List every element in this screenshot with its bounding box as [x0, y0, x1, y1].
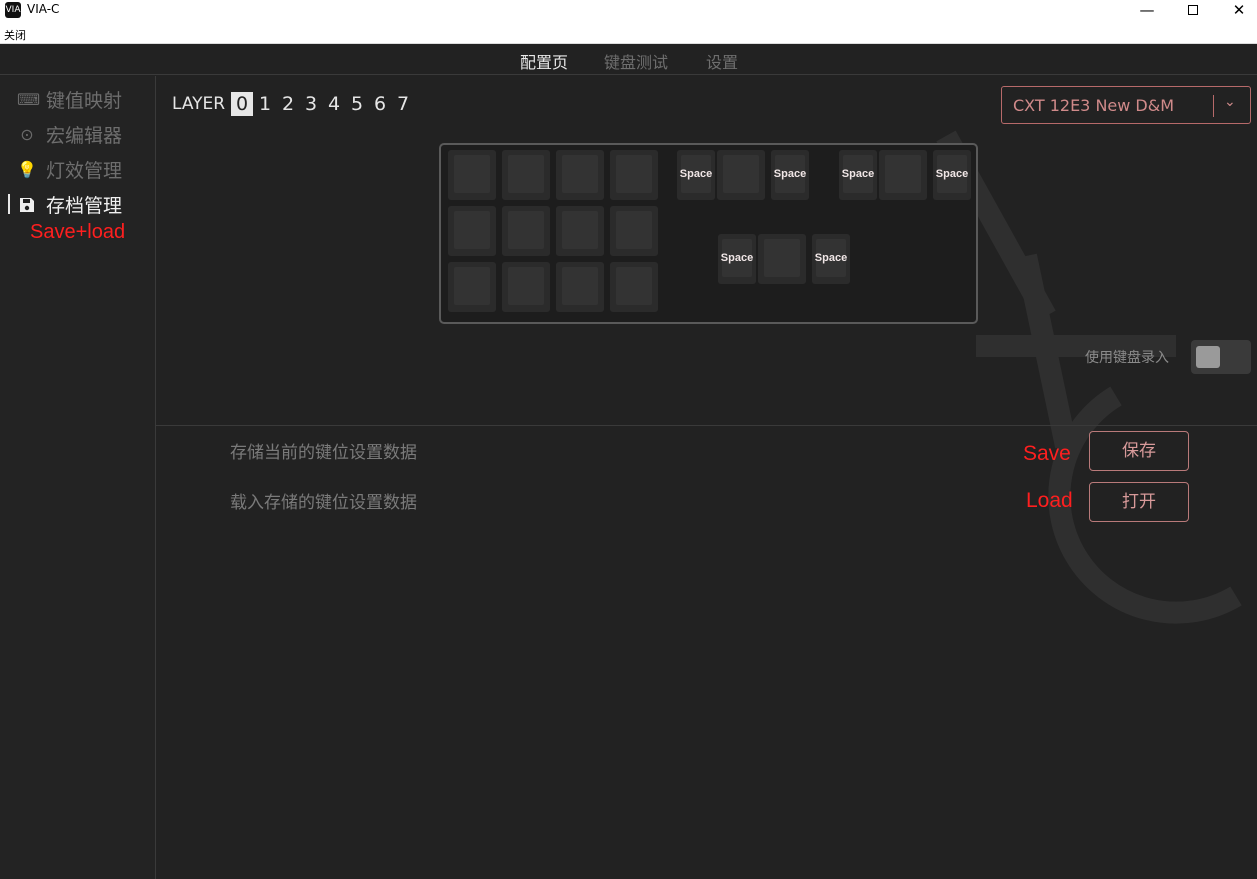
close-icon[interactable]: ✕ [1216, 0, 1257, 22]
key-space[interactable]: Space [933, 150, 971, 200]
key[interactable] [879, 150, 927, 200]
window-title: VIA-C [27, 2, 60, 16]
layer-label: LAYER [172, 94, 226, 114]
layer-4-button[interactable]: 4 [323, 92, 345, 116]
key[interactable] [610, 150, 658, 200]
keyboard-icon: ⌨ [17, 90, 41, 109]
save-description: 存储当前的键位设置数据 [230, 443, 417, 463]
sidebar-item-lighting[interactable]: 💡 灯效管理 [0, 154, 155, 184]
load-description: 载入存储的键位设置数据 [230, 493, 417, 513]
key-label: Space [814, 252, 848, 264]
top-tabs: 配置页 键盘测试 设置 [0, 45, 1257, 75]
layer-2-button[interactable]: 2 [277, 92, 299, 116]
title-bar: VIA VIA-C — ✕ [0, 0, 1257, 22]
key-label: Space [841, 168, 875, 180]
main-panel: LAYER 0 1 2 3 4 5 6 7 CXT 12E3 New D&M ⌄… [156, 76, 1257, 879]
layer-6-button[interactable]: 6 [369, 92, 391, 116]
layer-1-button[interactable]: 1 [254, 92, 276, 116]
toggle-knob [1196, 346, 1220, 368]
sidebar-item-archive[interactable]: 存档管理 [0, 189, 155, 219]
key-label: Space [773, 168, 807, 180]
sidebar-item-keymap[interactable]: ⌨ 键值映射 [0, 84, 155, 114]
key-label: Space [679, 168, 713, 180]
key[interactable] [717, 150, 765, 200]
menu-close[interactable]: 关闭 [4, 27, 26, 43]
load-annotation: Load [1026, 489, 1073, 512]
key-space[interactable]: Space [677, 150, 715, 200]
key[interactable] [556, 262, 604, 312]
chevron-down-icon: ⌄ [1224, 94, 1236, 110]
key[interactable] [758, 234, 806, 284]
sidebar-item-label: 存档管理 [46, 195, 123, 217]
keyboard-input-toggle[interactable] [1191, 340, 1251, 374]
sidebar-item-label: 键值映射 [46, 90, 123, 112]
layer-5-button[interactable]: 5 [346, 92, 368, 116]
floppy-icon [17, 196, 37, 214]
key-label: Space [935, 168, 969, 180]
key-space[interactable]: Space [812, 234, 850, 284]
key[interactable] [448, 262, 496, 312]
key[interactable] [556, 206, 604, 256]
key[interactable] [502, 150, 550, 200]
save-button[interactable]: 保存 [1089, 431, 1189, 471]
layer-7-button[interactable]: 7 [392, 92, 414, 116]
key[interactable] [502, 262, 550, 312]
device-name: CXT 12E3 New D&M [1013, 96, 1175, 115]
select-divider [1213, 95, 1214, 117]
tab-config[interactable]: 配置页 [520, 49, 568, 73]
key[interactable] [448, 150, 496, 200]
sidebar-item-label: 宏编辑器 [46, 125, 123, 147]
sidebar: ⌨ 键值映射 ⊙ 宏编辑器 💡 灯效管理 存档管理 Save+load [0, 76, 156, 879]
open-button[interactable]: 打开 [1089, 482, 1189, 522]
key-space[interactable]: Space [718, 234, 756, 284]
tab-keyboard-test[interactable]: 键盘测试 [604, 49, 668, 73]
tab-settings[interactable]: 设置 [706, 49, 738, 73]
record-icon: ⊙ [20, 125, 34, 144]
sidebar-item-macro[interactable]: ⊙ 宏编辑器 [0, 119, 155, 149]
lightbulb-icon: 💡 [17, 160, 37, 179]
minimize-icon[interactable]: — [1124, 0, 1170, 22]
active-indicator [8, 194, 10, 214]
maximize-icon[interactable] [1170, 0, 1216, 22]
layer-3-button[interactable]: 3 [300, 92, 322, 116]
save-annotation: Save [1023, 442, 1071, 465]
key[interactable] [448, 206, 496, 256]
key-space[interactable]: Space [839, 150, 877, 200]
keyboard-input-label: 使用键盘录入 [1085, 350, 1169, 366]
device-select[interactable]: CXT 12E3 New D&M ⌄ [1001, 86, 1251, 124]
app-icon: VIA [5, 2, 21, 18]
key[interactable] [610, 206, 658, 256]
key-label: Space [720, 252, 754, 264]
sidebar-item-label: 灯效管理 [46, 160, 123, 182]
key[interactable] [610, 262, 658, 312]
layer-0-button[interactable]: 0 [231, 92, 253, 116]
key[interactable] [556, 150, 604, 200]
keyboard-layout: Space Space Space Space Space Space [439, 143, 978, 324]
key[interactable] [502, 206, 550, 256]
section-divider [156, 425, 1257, 426]
save-load-annotation: Save+load [30, 221, 126, 243]
key-space[interactable]: Space [771, 150, 809, 200]
menu-bar: 关闭 [0, 22, 1257, 44]
